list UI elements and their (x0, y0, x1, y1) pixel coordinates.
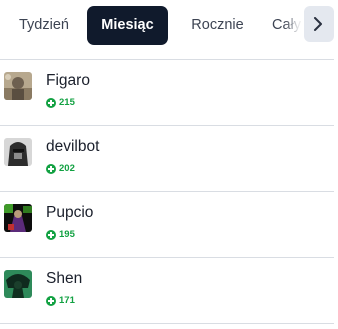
divider (0, 191, 334, 192)
list-item[interactable]: devilbot 202 (0, 128, 334, 188)
plus-circle-icon (46, 98, 56, 108)
chevron-right-icon (314, 17, 322, 31)
tabs-scroll-right-button[interactable] (304, 6, 334, 42)
period-tabs: Tydzień Miesiąc Rocznie Cały (0, 0, 338, 52)
tab-month[interactable]: Miesiąc (87, 6, 168, 45)
username[interactable]: Figaro (46, 72, 90, 90)
divider (0, 125, 334, 126)
tab-week[interactable]: Tydzień (4, 6, 84, 45)
plus-circle-icon (46, 296, 56, 306)
divider (0, 59, 334, 60)
score-value: 202 (59, 163, 75, 174)
list-item[interactable]: Pupcio 195 (0, 194, 334, 254)
avatar[interactable] (4, 72, 32, 100)
tab-year[interactable]: Rocznie (173, 6, 262, 45)
list-item[interactable]: Figaro 215 (0, 62, 334, 122)
plus-circle-icon (46, 230, 56, 240)
avatar[interactable] (4, 204, 32, 232)
username[interactable]: Pupcio (46, 204, 93, 222)
score-value: 215 (59, 97, 75, 108)
avatar[interactable] (4, 138, 32, 166)
username[interactable]: Shen (46, 270, 82, 288)
score-value: 195 (59, 229, 75, 240)
divider (0, 323, 334, 324)
username[interactable]: devilbot (46, 138, 99, 156)
avatar[interactable] (4, 270, 32, 298)
divider (0, 257, 334, 258)
score-value: 171 (59, 295, 75, 306)
plus-circle-icon (46, 164, 56, 174)
list-item[interactable]: Shen 171 (0, 260, 334, 320)
